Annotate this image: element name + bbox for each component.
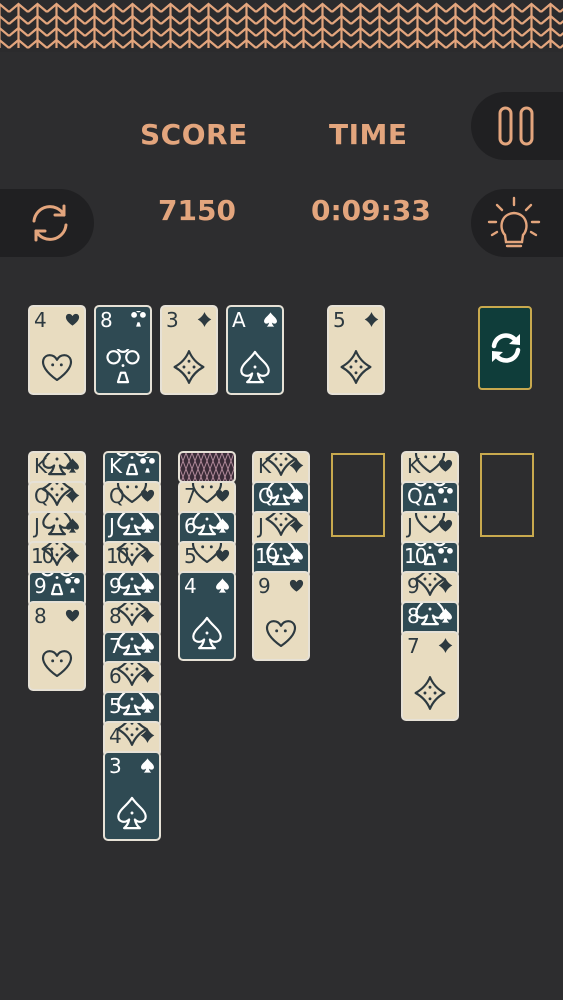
empty-tableau-slot[interactable] <box>331 453 385 537</box>
card-rank: 8 <box>100 308 113 332</box>
diamond-icon <box>364 312 379 327</box>
club-icon <box>414 483 446 506</box>
spade-icon <box>240 350 270 384</box>
heart-icon <box>116 483 148 504</box>
spade-icon <box>415 603 445 626</box>
card-rank: 9 <box>258 574 271 598</box>
undo-button[interactable] <box>0 189 94 257</box>
heart-icon <box>191 483 223 504</box>
heart-icon <box>289 579 304 592</box>
spade-icon <box>117 513 147 536</box>
diamond-icon <box>41 483 73 506</box>
score-label: SCORE <box>140 118 248 151</box>
heart-icon <box>65 609 80 622</box>
club-icon <box>41 573 73 596</box>
playing-card[interactable]: 9 <box>252 571 310 661</box>
pause-icon <box>498 106 534 146</box>
playing-card[interactable]: A <box>226 305 284 395</box>
diamond-icon <box>116 723 148 746</box>
spade-icon <box>216 578 229 593</box>
lightbulb-icon <box>487 196 541 248</box>
diamond-icon <box>340 350 372 384</box>
playing-card[interactable]: 8 <box>28 601 86 691</box>
playing-card[interactable]: 4 <box>28 305 86 395</box>
diamond-icon <box>173 350 205 384</box>
playing-card[interactable]: 8 <box>94 305 152 395</box>
spade-icon <box>42 513 72 536</box>
diamond-icon <box>116 603 148 626</box>
spade-icon <box>266 543 296 566</box>
diamond-icon <box>438 638 453 653</box>
diamond-icon <box>414 676 446 710</box>
diamond-icon <box>41 543 73 566</box>
diamond-icon <box>197 312 212 327</box>
card-rank: 3 <box>109 754 122 778</box>
spade-icon <box>192 616 222 650</box>
card-rank: 5 <box>333 308 346 332</box>
face-down-card <box>178 451 236 483</box>
score-value: 7150 <box>158 194 236 227</box>
refresh-cycle-icon <box>32 204 68 242</box>
club-icon <box>131 311 146 327</box>
empty-tableau-slot[interactable] <box>480 453 534 537</box>
stock-pile[interactable] <box>478 306 532 390</box>
card-rank: 4 <box>34 308 47 332</box>
spade-icon <box>141 758 154 773</box>
hint-button[interactable] <box>471 189 563 257</box>
recycle-stock-icon <box>491 333 521 363</box>
heart-icon <box>191 543 223 564</box>
spade-icon <box>192 513 222 536</box>
card-rank: A <box>232 308 246 332</box>
card-rank: 4 <box>184 574 197 598</box>
club-icon <box>116 453 148 476</box>
spade-icon <box>42 453 72 476</box>
playing-card[interactable]: 4 <box>178 571 236 661</box>
spade-icon <box>117 796 147 830</box>
playing-card[interactable]: 3 <box>103 751 161 841</box>
spade-icon <box>117 693 147 716</box>
diamond-icon <box>265 513 297 536</box>
playing-card[interactable]: 3 <box>160 305 218 395</box>
club-icon <box>106 349 140 384</box>
time-label: TIME <box>329 118 408 151</box>
playing-card[interactable]: 5 <box>327 305 385 395</box>
heart-icon <box>65 313 80 326</box>
card-rank: 7 <box>407 634 420 658</box>
spade-icon <box>117 633 147 656</box>
time-value: 0:09:33 <box>311 194 431 227</box>
heart-icon <box>41 650 73 678</box>
diamond-icon <box>265 453 297 476</box>
diamond-icon <box>116 663 148 686</box>
heart-icon <box>265 620 297 648</box>
card-rank: 3 <box>166 308 179 332</box>
spade-icon <box>117 573 147 596</box>
diamond-icon <box>116 543 148 566</box>
heart-icon <box>414 453 446 474</box>
spade-icon <box>264 312 277 327</box>
spade-icon <box>266 483 296 506</box>
club-icon <box>414 543 446 566</box>
pause-button[interactable] <box>471 92 563 160</box>
card-rank: 8 <box>34 604 47 628</box>
decorative-banner <box>0 0 563 52</box>
playing-card[interactable]: 7 <box>401 631 459 721</box>
heart-icon <box>41 354 73 382</box>
heart-icon <box>414 513 446 534</box>
diamond-icon <box>414 573 446 596</box>
